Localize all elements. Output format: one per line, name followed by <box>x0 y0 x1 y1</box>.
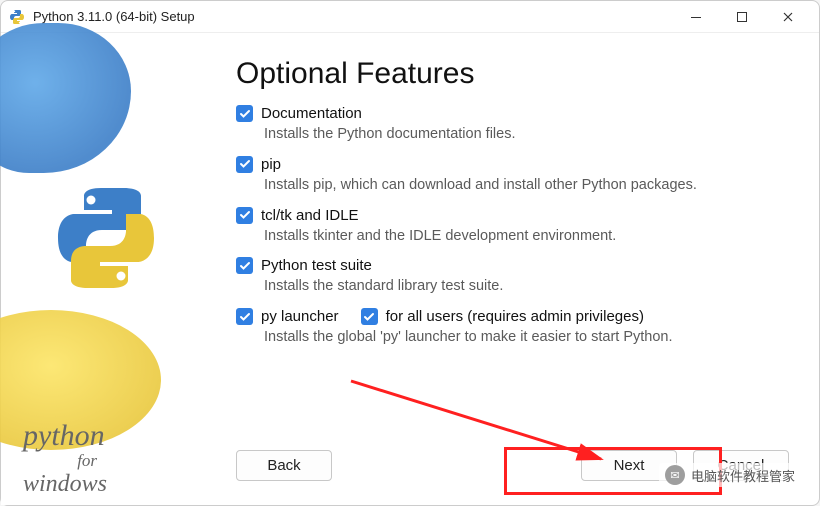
python-logo-icon <box>46 178 166 298</box>
brand-line-3: windows <box>23 471 107 497</box>
label-allusers: for all users (requires admin privileges… <box>386 308 644 325</box>
minimize-button[interactable] <box>673 2 719 32</box>
desc-tcltk: Installs tkinter and the IDLE developmen… <box>264 226 789 248</box>
window-body: python for windows Optional Features Doc… <box>1 33 819 505</box>
next-button[interactable]: Next <box>581 450 677 481</box>
feature-tcltk: tcl/tk and IDLE Installs tkinter and the… <box>236 207 789 248</box>
desc-pylauncher: Installs the global 'py' launcher to mak… <box>264 327 789 349</box>
checkbox-pip[interactable] <box>236 156 253 173</box>
window-controls <box>673 2 811 32</box>
close-button[interactable] <box>765 2 811 32</box>
desc-pip: Installs pip, which can download and ins… <box>264 175 789 197</box>
label-tcltk: tcl/tk and IDLE <box>261 207 359 224</box>
feature-pip: pip Installs pip, which can download and… <box>236 156 789 197</box>
checkbox-documentation[interactable] <box>236 105 253 122</box>
python-setup-icon <box>9 9 25 25</box>
checkbox-testsuite[interactable] <box>236 257 253 274</box>
checkbox-pylauncher[interactable] <box>236 308 253 325</box>
checkbox-tcltk[interactable] <box>236 207 253 224</box>
label-pip: pip <box>261 156 281 173</box>
checkbox-allusers[interactable] <box>361 308 378 325</box>
back-button[interactable]: Back <box>236 450 332 481</box>
label-documentation: Documentation <box>261 105 362 122</box>
main-panel: Optional Features Documentation Installs… <box>216 33 819 505</box>
brand-line-1: python <box>23 419 107 452</box>
brand-text: python for windows <box>23 419 107 497</box>
page-heading: Optional Features <box>236 57 789 91</box>
cancel-button[interactable]: Cancel <box>693 450 789 481</box>
feature-documentation: Documentation Installs the Python docume… <box>236 105 789 146</box>
sidebar-graphic: python for windows <box>1 33 216 505</box>
titlebar: Python 3.11.0 (64-bit) Setup <box>1 1 819 33</box>
brand-line-2: for <box>23 452 107 471</box>
label-testsuite: Python test suite <box>261 257 372 274</box>
desc-documentation: Installs the Python documentation files. <box>264 124 789 146</box>
blue-blob-decoration <box>0 23 131 173</box>
label-pylauncher: py launcher <box>261 308 339 325</box>
window-title: Python 3.11.0 (64-bit) Setup <box>33 9 673 24</box>
maximize-button[interactable] <box>719 2 765 32</box>
installer-window: Python 3.11.0 (64-bit) Setup python for <box>0 0 820 506</box>
feature-testsuite: Python test suite Installs the standard … <box>236 257 789 298</box>
button-row: Back Next Cancel <box>236 450 789 493</box>
feature-pylauncher: py launcher for all users (requires admi… <box>236 308 789 349</box>
desc-testsuite: Installs the standard library test suite… <box>264 276 789 298</box>
